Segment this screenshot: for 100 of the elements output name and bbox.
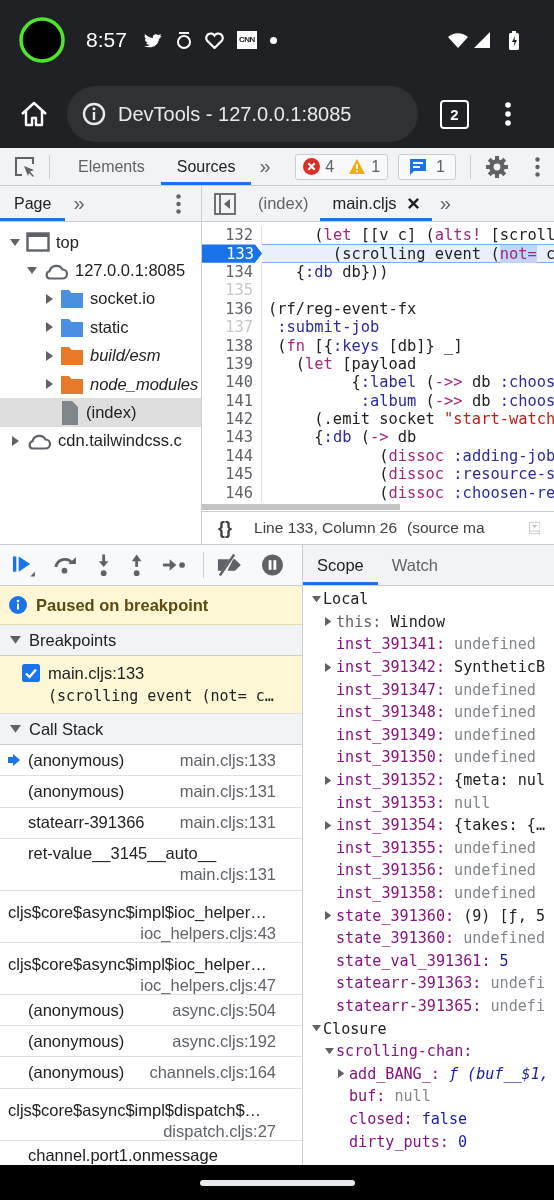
line-number[interactable]: 144 xyxy=(202,446,262,466)
caret-right-icon[interactable] xyxy=(325,911,332,921)
line-number[interactable]: 142 xyxy=(202,409,262,429)
scope-item[interactable]: inst_391352: {meta: nul xyxy=(303,768,554,792)
scope-item[interactable]: inst_391347: undefined xyxy=(303,678,554,701)
issues-counter[interactable]: 4 1 xyxy=(295,153,389,180)
tree-item[interactable]: 127.0.0.1:8085 xyxy=(0,256,201,285)
call-frame[interactable]: (anonymous) main.cljs:133 xyxy=(0,745,302,777)
section-header[interactable]: Call Stack xyxy=(0,714,302,745)
tree-item[interactable]: cdn.tailwindcss.c xyxy=(0,426,201,456)
scrollbar-thumb[interactable] xyxy=(202,504,400,510)
caret-down-icon[interactable] xyxy=(10,238,20,246)
scope-item[interactable]: inst_391341: undefined xyxy=(303,633,554,656)
step-icon[interactable] xyxy=(162,557,186,573)
call-frame[interactable]: ret-value__3145__auto__ main.cljs:131 xyxy=(0,838,302,891)
line-number[interactable]: 138 xyxy=(202,336,262,355)
caret-right-icon[interactable] xyxy=(325,662,332,672)
more-options-icon[interactable] xyxy=(535,156,540,177)
breakpoint-item[interactable]: main.cljs:133 (scrolling event (not= c… xyxy=(0,656,302,714)
caret-right-icon[interactable] xyxy=(45,350,53,361)
line-number[interactable]: 132 xyxy=(202,226,262,245)
line-number[interactable]: 143 xyxy=(202,428,262,447)
pause-on-exceptions-icon[interactable] xyxy=(261,553,284,577)
caret-down-icon[interactable] xyxy=(312,1025,321,1032)
scope-item[interactable]: this: Window xyxy=(303,610,554,634)
info-icon[interactable] xyxy=(82,102,106,126)
scope-item[interactable]: closed: false xyxy=(303,1107,554,1131)
scope-item[interactable]: inst_391358: undefined xyxy=(303,881,554,905)
call-frame[interactable]: cljs$core$async$impl$dispatch$… dispatch.cljs:27 xyxy=(0,1088,302,1141)
scope-item[interactable]: state_391360: (9) [ƒ, 5 xyxy=(303,904,554,927)
caret-right-icon[interactable] xyxy=(325,820,332,830)
scope-item[interactable]: dirty_puts: 0 xyxy=(303,1130,554,1153)
tree-item[interactable]: top xyxy=(0,228,201,257)
more-tabs-button[interactable]: » xyxy=(431,192,459,215)
sidebar-tab[interactable]: Scope xyxy=(303,545,378,585)
line-number[interactable]: 146 xyxy=(202,483,262,502)
close-icon[interactable] xyxy=(406,197,420,210)
caret-down-icon[interactable] xyxy=(325,1048,334,1055)
call-frame[interactable]: statearr-391366 main.cljs:131 xyxy=(0,807,302,839)
tab-count-button[interactable]: 2 xyxy=(440,99,469,129)
line-number[interactable]: 145 xyxy=(202,465,262,484)
messages-counter[interactable]: 1 xyxy=(398,153,456,180)
call-frame[interactable]: (anonymous) async.cljs:504 xyxy=(0,994,302,1027)
caret-right-icon[interactable] xyxy=(325,775,332,785)
line-number[interactable]: 136 xyxy=(202,299,262,318)
scope-item[interactable]: inst_391348: undefined xyxy=(303,700,554,724)
toggle-sidebar-icon[interactable] xyxy=(214,192,236,215)
home-gesture-handle[interactable] xyxy=(199,1179,355,1186)
home-icon[interactable] xyxy=(19,100,49,128)
scope-item[interactable]: inst_391355: undefined xyxy=(303,836,554,860)
caret-right-icon[interactable] xyxy=(325,617,332,627)
tree-item[interactable]: build/esm xyxy=(0,341,201,370)
tree-item[interactable]: node_modules xyxy=(0,369,201,399)
line-number[interactable]: 133 xyxy=(202,244,262,263)
scope-item[interactable]: inst_391354: {takes: {… xyxy=(303,813,554,837)
pretty-print-button[interactable]: {} xyxy=(218,517,232,539)
call-frame[interactable]: (anonymous) channels.cljs:164 xyxy=(0,1057,302,1089)
caret-right-icon[interactable] xyxy=(11,435,19,446)
line-number[interactable]: 140 xyxy=(202,373,262,392)
caret-right-icon[interactable] xyxy=(45,293,53,304)
scope-item[interactable]: inst_391353: null xyxy=(303,791,554,814)
caret-down-icon[interactable] xyxy=(10,725,21,733)
line-number[interactable]: 139 xyxy=(202,354,262,374)
caret-down-icon[interactable] xyxy=(312,596,321,603)
scope-item[interactable]: scrolling-chan: xyxy=(303,1039,554,1063)
more-tabs-button[interactable]: » xyxy=(259,155,271,178)
panel-tab[interactable]: Elements xyxy=(62,148,161,185)
scope-item[interactable]: state_391360: undefined xyxy=(303,926,554,950)
tree-item[interactable]: (index) xyxy=(0,398,201,427)
call-frame[interactable]: cljs$core$async$impl$ioc_helper… ioc_helpers.cljs:43 xyxy=(0,890,302,943)
scope-item[interactable]: inst_391350: undefined xyxy=(303,746,554,769)
caret-down-icon[interactable] xyxy=(10,636,21,644)
line-number[interactable]: 134 xyxy=(202,262,262,282)
tree-item[interactable]: socket.io xyxy=(0,284,201,314)
step-over-icon[interactable] xyxy=(52,555,78,575)
inspect-icon[interactable] xyxy=(14,155,36,178)
section-header[interactable]: Breakpoints xyxy=(0,625,302,656)
scope-item[interactable]: statearr-391365: undefi xyxy=(303,994,554,1018)
scope-item[interactable]: state_val_391361: 5 xyxy=(303,949,554,973)
navigator-tab[interactable]: Page xyxy=(0,186,66,221)
call-frame[interactable]: (anonymous) async.cljs:192 xyxy=(0,1026,302,1058)
caret-down-icon[interactable] xyxy=(27,267,37,275)
scope-item[interactable]: inst_391342: SyntheticB xyxy=(303,655,554,679)
caret-right-icon[interactable] xyxy=(338,1069,345,1079)
scope-item[interactable]: Closure xyxy=(303,1017,554,1040)
editor-tab[interactable]: (index) xyxy=(246,186,321,221)
caret-right-icon[interactable] xyxy=(45,379,53,390)
editor-tab[interactable]: main.cljs xyxy=(320,186,432,221)
checkbox[interactable] xyxy=(22,664,40,682)
scope-item[interactable]: statearr-391363: undefi xyxy=(303,972,554,995)
settings-icon[interactable] xyxy=(485,154,509,179)
more-options-icon[interactable] xyxy=(176,193,181,214)
address-bar[interactable]: DevTools - 127.0.0.1:8085 xyxy=(67,86,418,142)
menu-icon[interactable] xyxy=(505,102,511,126)
caret-right-icon[interactable] xyxy=(45,322,53,333)
more-tabs-button[interactable]: » xyxy=(65,192,93,215)
line-number[interactable]: 141 xyxy=(202,391,262,410)
scope-item[interactable]: Local xyxy=(303,588,554,611)
scope-item[interactable]: buf: null xyxy=(303,1085,554,1108)
scope-item[interactable]: add_BANG_: ƒ (buf__$1, xyxy=(303,1062,554,1086)
